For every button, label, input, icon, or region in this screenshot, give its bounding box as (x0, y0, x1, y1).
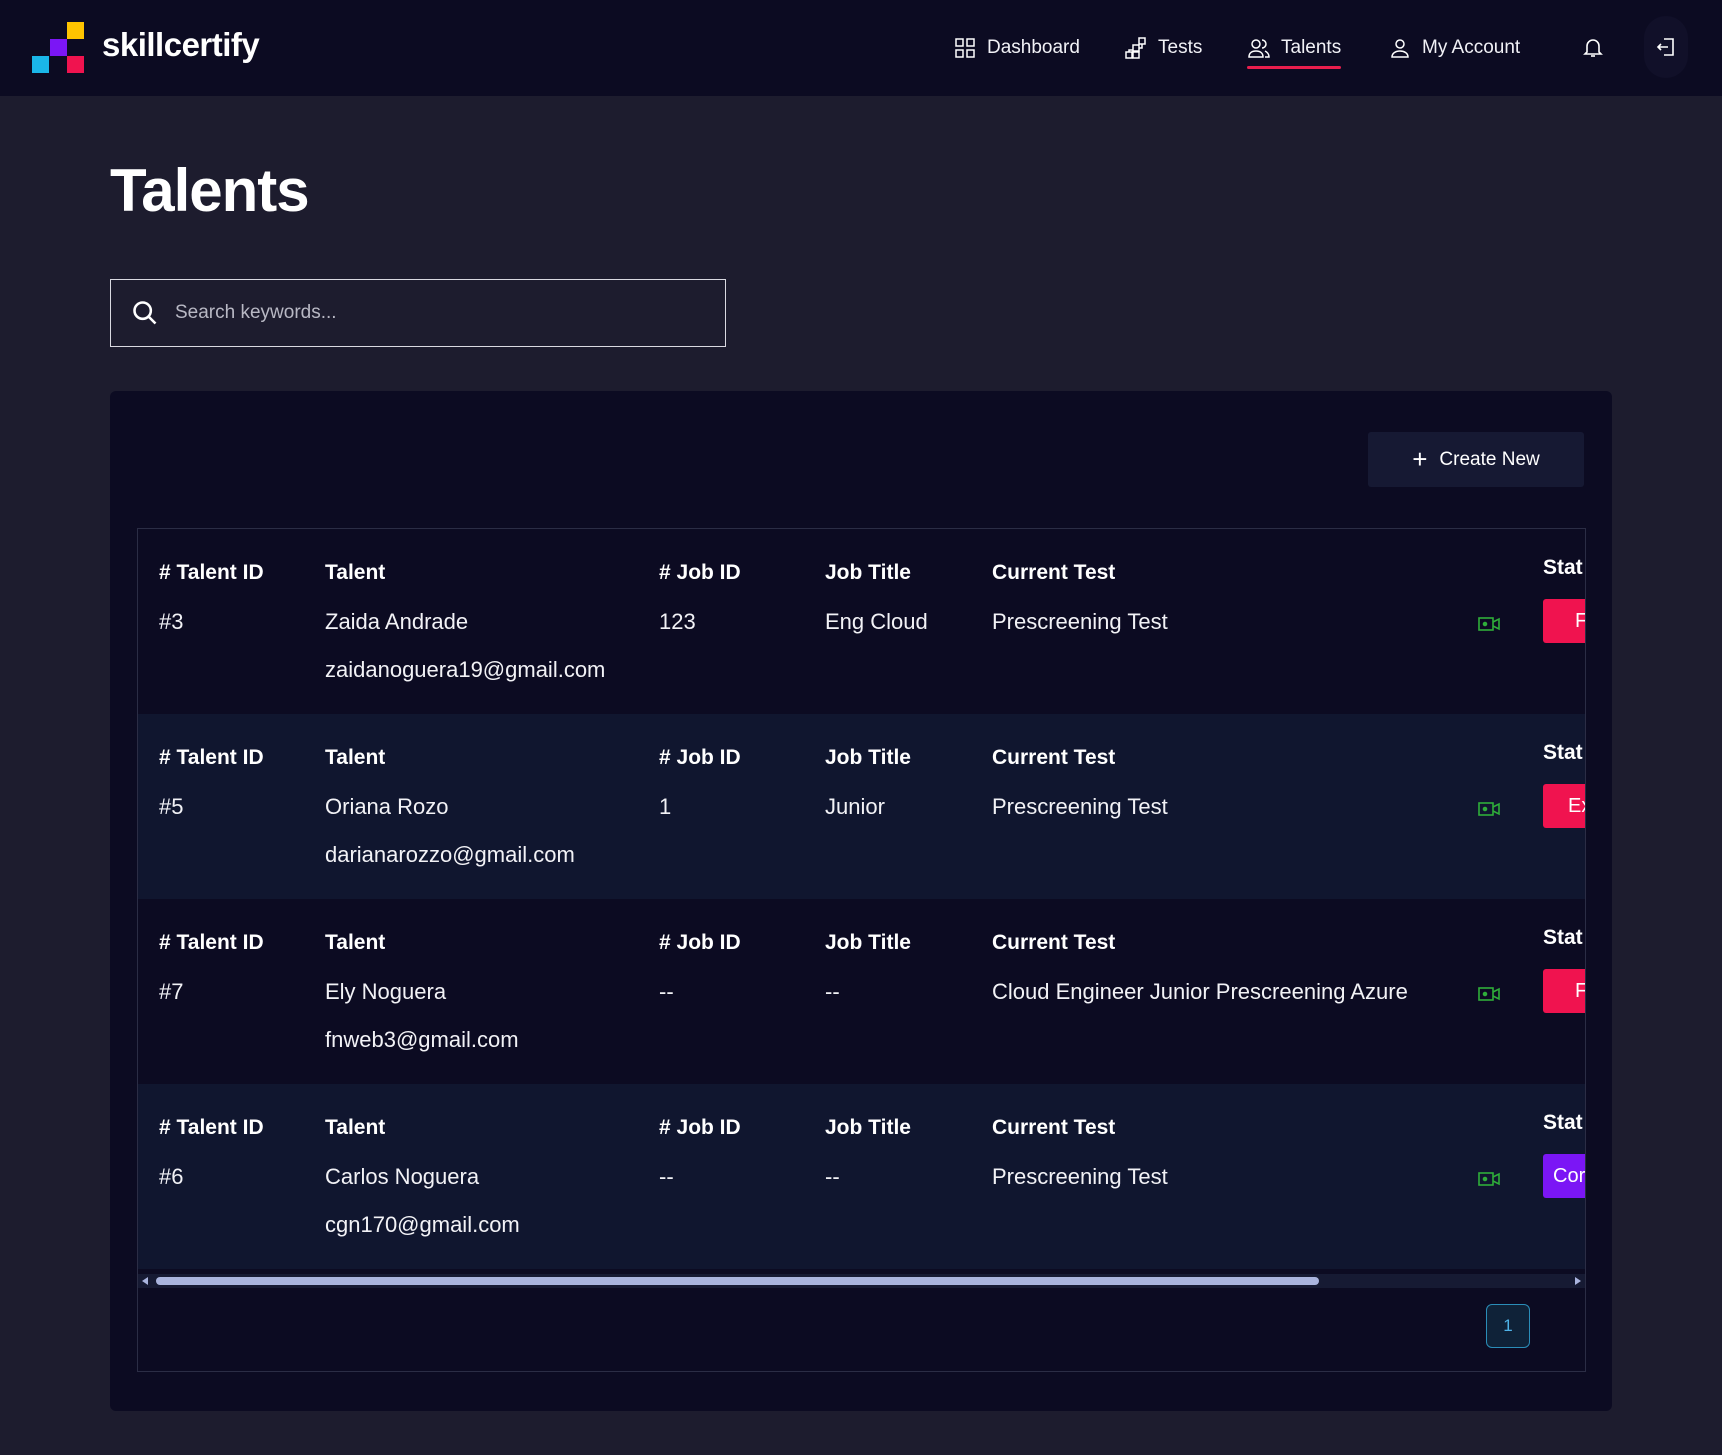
table-row[interactable]: # Talent ID Talent # Job ID Job Title Cu… (138, 1084, 1586, 1269)
status-label: F (1575, 609, 1586, 632)
header-job-id: # Job ID (659, 746, 741, 769)
header-status: Stat (1543, 556, 1583, 579)
video-icon[interactable] (1478, 801, 1500, 817)
header-current-test: Current Test (992, 561, 1116, 584)
header-talent: Talent (325, 931, 386, 954)
header-talent-id: # Talent ID (159, 746, 264, 769)
talent-id: #6 (159, 1164, 184, 1189)
current-test: Prescreening Test (992, 1164, 1168, 1189)
video-icon[interactable] (1478, 1171, 1500, 1187)
diagram-icon (1125, 37, 1146, 59)
job-id: -- (659, 1164, 674, 1189)
talent-id: #3 (159, 609, 184, 634)
scroll-left-arrow[interactable] (142, 1277, 148, 1285)
plus-icon: + (1412, 443, 1428, 474)
video-icon[interactable] (1478, 986, 1500, 1002)
top-navbar: skillcertify Dashboard Tests Talents My … (0, 0, 1722, 96)
talent-email: fnweb3@gmail.com (325, 1027, 519, 1052)
job-title: Junior (825, 794, 885, 819)
status-label: Cor (1553, 1164, 1586, 1187)
job-id: 1 (659, 794, 672, 819)
nav-dashboard-label: Dashboard (987, 37, 1080, 58)
talent-id: #7 (159, 979, 184, 1004)
logout-button[interactable] (1644, 16, 1688, 78)
header-job-title: Job Title (825, 1116, 911, 1139)
notifications-button[interactable] (1576, 30, 1610, 64)
status-badge[interactable]: F (1543, 599, 1586, 643)
search-box[interactable] (110, 279, 726, 347)
header-job-id: # Job ID (659, 1116, 741, 1139)
job-title: -- (825, 979, 840, 1004)
user-icon (1391, 39, 1409, 58)
header-talent: Talent (325, 746, 386, 769)
header-talent: Talent (325, 561, 386, 584)
talent-id: #5 (159, 794, 184, 819)
header-status: Stat (1543, 926, 1583, 949)
create-new-label: Create New (1439, 448, 1540, 470)
header-talent-id: # Talent ID (159, 561, 264, 584)
table-row[interactable]: # Talent ID Talent # Job ID Job Title Cu… (138, 714, 1585, 899)
current-test: Prescreening Test (992, 794, 1168, 819)
logout-icon (1656, 38, 1674, 56)
job-id: 123 (659, 609, 696, 634)
status-badge[interactable]: F (1543, 969, 1586, 1013)
pagination-page-1[interactable]: 1 (1486, 1304, 1530, 1348)
header-current-test: Current Test (992, 746, 1116, 769)
bell-icon (1583, 39, 1603, 57)
scroll-right-arrow[interactable] (1575, 1277, 1581, 1285)
nav-my-account-label: My Account (1422, 37, 1521, 58)
brand-logo[interactable] (32, 22, 86, 74)
horizontal-scrollbar[interactable] (138, 1274, 1585, 1288)
search-input[interactable] (175, 302, 709, 324)
header-talent-id: # Talent ID (159, 1116, 264, 1139)
nav-my-account[interactable]: My Account (1388, 30, 1520, 66)
talents-panel: + Create New # Talent ID Talent # Job ID… (110, 391, 1612, 1411)
talent-name: Carlos Noguera (325, 1164, 480, 1189)
status-label: F (1575, 979, 1586, 1002)
header-talent: Talent (325, 1116, 386, 1139)
job-title: -- (825, 1164, 840, 1189)
header-status: Stat (1543, 1111, 1583, 1134)
talent-email: cgn170@gmail.com (325, 1212, 520, 1237)
nav-talents-label: Talents (1281, 37, 1342, 58)
table-row[interactable]: # Talent ID Talent # Job ID Job Title Cu… (138, 899, 1586, 1084)
talent-name: Zaida Andrade (325, 609, 469, 634)
create-new-button[interactable]: + Create New (1368, 432, 1584, 487)
talents-table: # Talent ID Talent # Job ID Job Title Cu… (137, 528, 1586, 1372)
job-title: Eng Cloud (825, 609, 928, 634)
header-job-title: Job Title (825, 561, 911, 584)
current-test: Cloud Engineer Junior Prescreening Azure (992, 979, 1408, 1004)
table-row[interactable]: # Talent ID Talent # Job ID Job Title Cu… (138, 529, 1586, 714)
search-icon (133, 301, 157, 325)
scroll-thumb[interactable] (156, 1277, 1319, 1285)
header-job-title: Job Title (825, 746, 911, 769)
status-label: Ex (1568, 794, 1585, 817)
header-talent-id: # Talent ID (159, 931, 264, 954)
talent-name: Ely Noguera (325, 979, 447, 1004)
header-status: Stat (1543, 741, 1583, 764)
header-current-test: Current Test (992, 1116, 1116, 1139)
header-current-test: Current Test (992, 931, 1116, 954)
video-icon[interactable] (1478, 616, 1500, 632)
talent-email: zaidanoguera19@gmail.com (325, 657, 606, 682)
talent-email: darianarozzo@gmail.com (325, 842, 575, 867)
status-badge[interactable]: Cor (1543, 1154, 1586, 1198)
page-title: Talents (110, 157, 310, 224)
brand-name[interactable]: skillcertify (102, 26, 260, 64)
job-id: -- (659, 979, 674, 1004)
header-job-id: # Job ID (659, 561, 741, 584)
nav-tests-label: Tests (1158, 37, 1203, 58)
nav-dashboard[interactable]: Dashboard (953, 30, 1080, 66)
nav-talents[interactable]: Talents (1247, 30, 1342, 69)
header-job-id: # Job ID (659, 931, 741, 954)
current-test: Prescreening Test (992, 609, 1168, 634)
talent-name: Oriana Rozo (325, 794, 449, 819)
status-badge[interactable]: Ex (1543, 784, 1585, 828)
header-job-title: Job Title (825, 931, 911, 954)
grid-icon (955, 38, 975, 58)
users-icon (1248, 39, 1270, 58)
nav-tests[interactable]: Tests (1124, 30, 1202, 66)
